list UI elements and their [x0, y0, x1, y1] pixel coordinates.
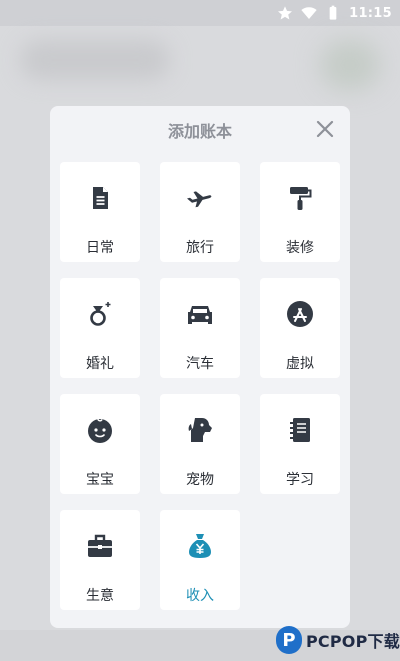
- airplane-icon: [186, 184, 214, 212]
- ledger-item-label: 生意: [86, 588, 114, 604]
- status-bar: 11:15: [277, 2, 392, 24]
- ledger-item-baby[interactable]: 宝宝: [60, 394, 140, 494]
- notebook-icon: [286, 416, 314, 444]
- ledger-type-grid: 日常 旅行 装修 婚礼 汽车 虚拟 宝宝 宠物 学习 生意 收入: [60, 162, 340, 610]
- watermark: P PCPOP下载: [276, 624, 400, 656]
- car-icon: [186, 300, 214, 328]
- ledger-item-decoration[interactable]: 装修: [260, 162, 340, 262]
- ledger-item-label: 宠物: [186, 472, 214, 488]
- status-time: 11:15: [349, 5, 392, 21]
- ledger-item-label: 虚拟: [286, 356, 314, 372]
- dog-icon: [186, 416, 214, 444]
- battery-icon: [325, 5, 341, 21]
- ledger-item-pet[interactable]: 宠物: [160, 394, 240, 494]
- baby-face-icon: [86, 416, 114, 444]
- dialog-title: 添加账本: [167, 122, 232, 141]
- background-blurred-button: [320, 40, 380, 90]
- ledger-item-label: 婚礼: [86, 356, 114, 372]
- ledger-item-label: 收入: [186, 588, 214, 604]
- ledger-item-virtual[interactable]: 虚拟: [260, 278, 340, 378]
- app-store-icon: [286, 300, 314, 328]
- background-blurred-title: [20, 40, 170, 80]
- ledger-item-label: 学习: [286, 472, 314, 488]
- ledger-item-wedding[interactable]: 婚礼: [60, 278, 140, 378]
- ledger-item-label: 装修: [286, 240, 314, 256]
- document-icon: [86, 184, 114, 212]
- ledger-item-label: 旅行: [186, 240, 214, 256]
- ledger-item-daily[interactable]: 日常: [60, 162, 140, 262]
- add-ledger-dialog: 添加账本 日常 旅行 装修 婚礼 汽车 虚拟 宝宝 宠物 学习 生意 收入: [50, 106, 350, 628]
- ledger-item-car[interactable]: 汽车: [160, 278, 240, 378]
- money-bag-icon: [186, 532, 214, 560]
- paint-roller-icon: [286, 184, 314, 212]
- pcpop-logo-icon: P: [276, 626, 302, 654]
- ledger-item-label: 日常: [86, 240, 114, 256]
- ledger-item-label: 汽车: [186, 356, 214, 372]
- wifi-icon: [301, 5, 317, 21]
- watermark-text: PCPOP下载: [306, 632, 400, 651]
- close-icon: [316, 120, 334, 138]
- star-icon: [277, 5, 293, 21]
- ledger-item-business[interactable]: 生意: [60, 510, 140, 610]
- close-button[interactable]: [316, 120, 334, 138]
- ledger-item-study[interactable]: 学习: [260, 394, 340, 494]
- ledger-item-label: 宝宝: [86, 472, 114, 488]
- briefcase-icon: [86, 532, 114, 560]
- ledger-item-income[interactable]: 收入: [160, 510, 240, 610]
- ledger-item-travel[interactable]: 旅行: [160, 162, 240, 262]
- wedding-ring-icon: [86, 300, 114, 328]
